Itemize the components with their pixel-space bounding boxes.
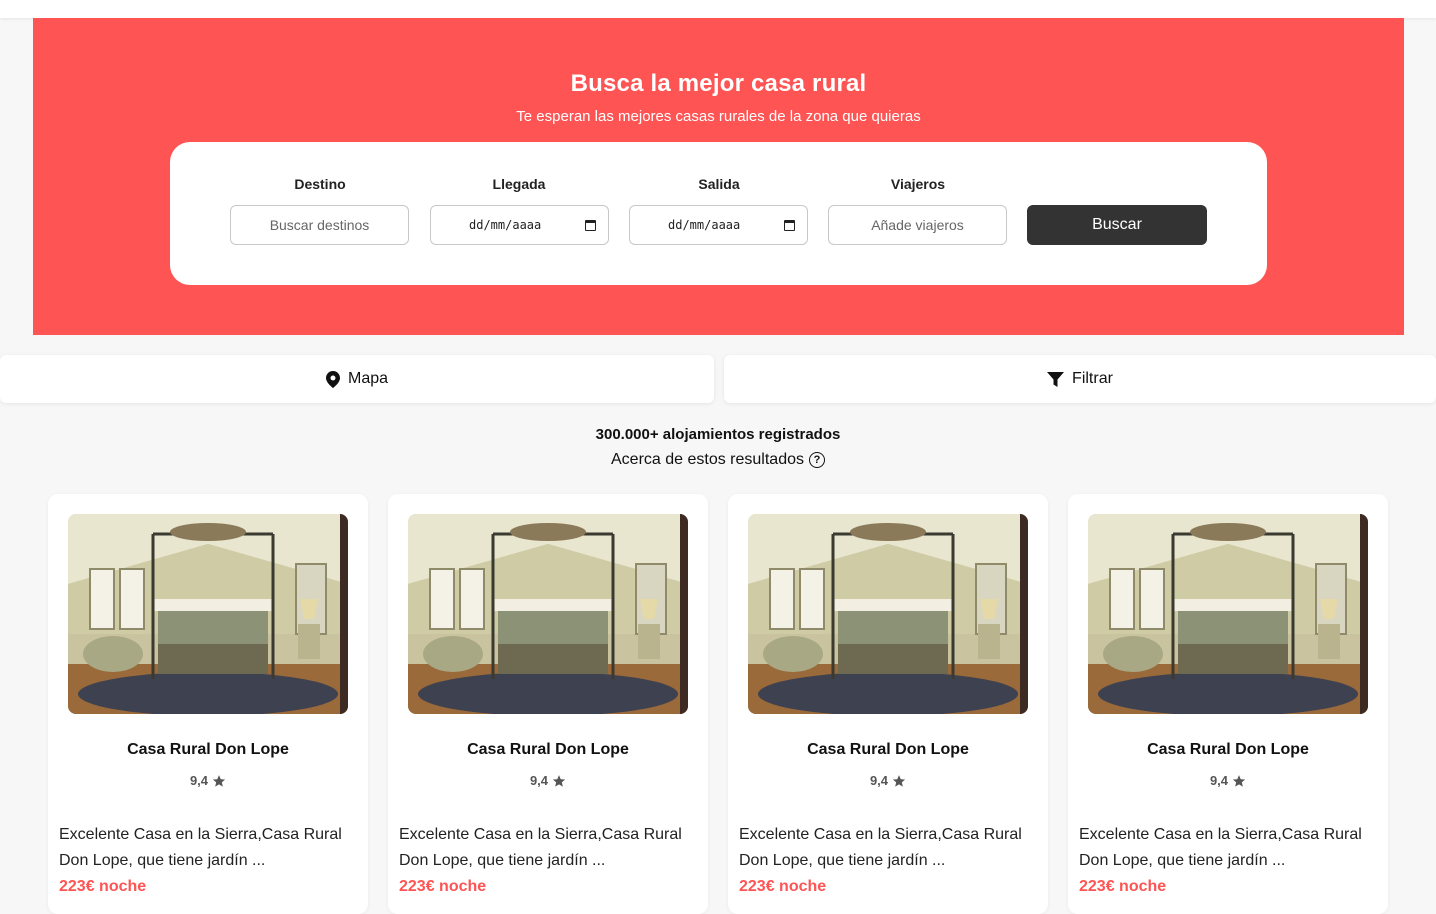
listing-card[interactable]: Casa Rural Don Lope 9,4 Excelente Casa e…	[388, 494, 708, 914]
listing-description: Excelente Casa en la Sierra,Casa Rural D…	[1079, 826, 1362, 869]
listing-photo[interactable]	[748, 514, 1028, 714]
viajeros-label: Viajeros	[890, 176, 946, 192]
listing-photo[interactable]	[408, 514, 688, 714]
results-count: 300.000+ alojamientos registrados	[595, 426, 841, 443]
filter-button[interactable]: Filtrar	[724, 355, 1436, 403]
viajeros-input[interactable]: Añade viajeros	[828, 205, 1007, 245]
salida-label: Salida	[698, 176, 740, 192]
star-icon	[1232, 774, 1246, 787]
llegada-placeholder: dd/mm/aaaa	[469, 218, 542, 232]
results-about-link[interactable]: Acerca de estos resultados ?	[0, 451, 1436, 469]
listing-rating-value: 9,4	[189, 773, 209, 788]
listing-photo[interactable]	[1088, 514, 1368, 714]
listing-card[interactable]: Casa Rural Don Lope 9,4 Excelente Casa e…	[1068, 494, 1388, 914]
calendar-icon[interactable]	[585, 219, 596, 231]
listing-rating-value: 9,4	[869, 773, 889, 788]
listing-description: Excelente Casa en la Sierra,Casa Rural D…	[59, 826, 342, 869]
search-button-label: Buscar	[1092, 216, 1142, 233]
listing-title[interactable]: Casa Rural Don Lope	[48, 741, 368, 759]
listing-price: 223€ noche	[59, 878, 147, 895]
listing-price: 223€ noche	[399, 878, 487, 895]
listing-rating-value: 9,4	[529, 773, 549, 788]
destino-input[interactable]: Buscar destinos	[230, 205, 409, 245]
filter-icon	[1047, 371, 1065, 387]
map-pin-icon	[325, 370, 340, 388]
listing-title[interactable]: Casa Rural Don Lope	[728, 741, 1048, 759]
llegada-label: Llegada	[492, 176, 546, 192]
search-button[interactable]: Buscar	[1027, 205, 1207, 245]
map-button[interactable]: Mapa	[0, 355, 714, 403]
listing-rating: 9,4	[48, 773, 368, 788]
viajeros-placeholder: Añade viajeros	[871, 217, 964, 233]
hero-subtitle: Te esperan las mejores casas rurales de …	[516, 108, 921, 125]
listing-rating: 9,4	[388, 773, 708, 788]
top-bar	[0, 0, 1436, 18]
listing-description: Excelente Casa en la Sierra,Casa Rural D…	[739, 826, 1022, 869]
map-button-label: Mapa	[347, 370, 389, 387]
salida-date-input[interactable]: dd/mm/aaaa	[629, 205, 808, 245]
filter-button-label: Filtrar	[1072, 370, 1113, 387]
listing-rating: 9,4	[1068, 773, 1388, 788]
listing-card[interactable]: Casa Rural Don Lope 9,4 Excelente Casa e…	[48, 494, 368, 914]
star-icon	[212, 774, 226, 787]
listing-photo[interactable]	[68, 514, 348, 714]
help-circle-icon[interactable]: ?	[809, 452, 825, 468]
salida-placeholder: dd/mm/aaaa	[668, 218, 741, 232]
star-icon	[892, 774, 906, 787]
listing-description: Excelente Casa en la Sierra,Casa Rural D…	[399, 826, 682, 869]
listing-card[interactable]: Casa Rural Don Lope 9,4 Excelente Casa e…	[728, 494, 1048, 914]
hero-title: Busca la mejor casa rural	[570, 70, 867, 97]
calendar-icon[interactable]	[784, 219, 795, 231]
destino-placeholder: Buscar destinos	[269, 217, 370, 233]
listing-title[interactable]: Casa Rural Don Lope	[1068, 741, 1388, 759]
results-about-label: Acerca de estos resultados	[611, 451, 804, 468]
listing-rating: 9,4	[728, 773, 1048, 788]
star-icon	[552, 774, 566, 787]
destino-label: Destino	[294, 176, 346, 192]
listing-title[interactable]: Casa Rural Don Lope	[388, 741, 708, 759]
listing-rating-value: 9,4	[1209, 773, 1229, 788]
listing-price: 223€ noche	[739, 878, 827, 895]
listing-price: 223€ noche	[1079, 878, 1167, 895]
llegada-date-input[interactable]: dd/mm/aaaa	[430, 205, 609, 245]
